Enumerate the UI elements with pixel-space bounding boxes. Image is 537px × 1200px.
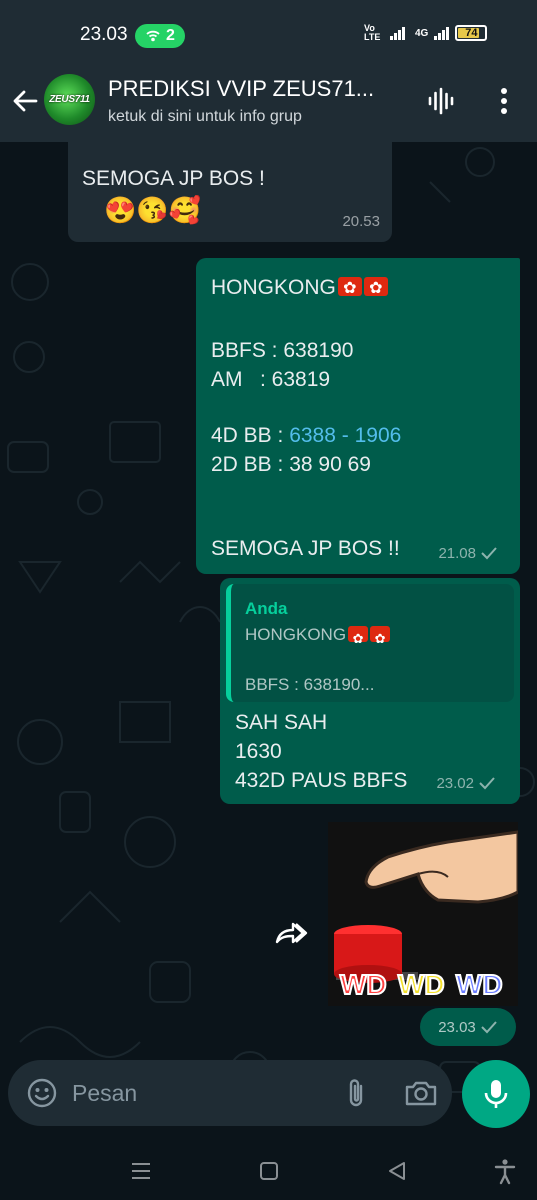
reply-line-1: SAH SAH <box>235 711 328 734</box>
avatar-text: ZEUS711 <box>49 94 90 105</box>
single-check-icon <box>479 777 495 790</box>
message-text: SEMOGA JP BOS ! <box>82 167 265 190</box>
volte-label: Vo LTE <box>364 23 381 42</box>
quoted-sender: Anda <box>245 599 288 618</box>
status-time: 23.03 <box>80 24 128 45</box>
message-emojis: 😍😘🥰 <box>104 195 202 225</box>
message-line-bbfs: BBFS : 638190 <box>211 339 354 362</box>
emoji-icon[interactable] <box>26 1077 58 1109</box>
message-time-text: 23.02 <box>436 775 474 792</box>
group-avatar[interactable]: ZEUS711 <box>44 74 95 125</box>
status-icons: Vo LTE 4G 74 <box>364 23 488 42</box>
status-bar: 23.03 2 Vo LTE 4G 74 <box>0 0 537 70</box>
microphone-button[interactable] <box>462 1060 530 1128</box>
message-time: 23.02 <box>436 769 496 798</box>
quoted-line-2: BBFS : 638190... <box>245 675 375 694</box>
sticker-text-1: WD <box>340 969 387 1000</box>
message-line-4d: 4D BB : 6388 - 1906 <box>211 421 401 450</box>
kebab-menu-icon[interactable] <box>494 86 514 116</box>
paperclip-icon[interactable] <box>344 1076 368 1110</box>
hong-kong-flag-icon <box>370 624 391 653</box>
group-subtitle[interactable]: ketuk di sini untuk info grup <box>108 108 302 126</box>
back-nav-icon[interactable] <box>382 1156 412 1186</box>
phone-number-link[interactable]: 6388 - 1906 <box>289 424 401 447</box>
chat-header[interactable]: ZEUS711 PREDIKSI VVIP ZEUS71... ketuk di… <box>0 70 537 142</box>
message-line-2d: 2D BB : 38 90 69 <box>211 453 371 476</box>
network-label: 4G <box>415 27 429 39</box>
battery-icon: 74 <box>455 25 488 41</box>
message-time: 21.08 <box>438 539 498 568</box>
message-line-am: AM : 63819 <box>211 368 331 391</box>
hotspot-icon <box>146 30 160 42</box>
incoming-message[interactable]: SEMOGA JP BOS ! 😍😘🥰 20.53 <box>68 142 392 242</box>
message-line-title: HONGKONG <box>211 273 388 303</box>
accessibility-icon[interactable] <box>490 1156 520 1186</box>
message-time: 20.53 <box>342 213 380 230</box>
quoted-line-1-text: HONGKONG <box>245 625 347 644</box>
microphone-icon <box>484 1080 508 1108</box>
hong-kong-flag-icon <box>348 624 369 653</box>
message-title-text: HONGKONG <box>211 276 336 299</box>
signal-icon-2 <box>434 26 450 40</box>
group-title[interactable]: PREDIKSI VVIP ZEUS71... <box>108 76 408 102</box>
message-line-closing: SEMOGA JP BOS !! <box>211 537 400 560</box>
camera-icon[interactable] <box>404 1078 438 1108</box>
message-time-text: 21.08 <box>438 545 476 562</box>
sticker-time: 23.03 <box>420 1008 516 1046</box>
quoted-line-1: HONGKONG <box>245 620 391 653</box>
signal-icon-1 <box>390 26 405 40</box>
sticker-image[interactable]: WD WD WD <box>328 822 518 1006</box>
home-icon[interactable] <box>254 1156 284 1186</box>
audio-wave-icon[interactable] <box>426 86 456 116</box>
outgoing-message[interactable]: HONGKONG BBFS : 638190 AM : 63819 4D BB … <box>196 258 520 574</box>
reply-line-2: 1630 <box>235 740 282 763</box>
sticker-text-2: WD <box>398 969 445 1000</box>
single-check-icon <box>481 1021 497 1034</box>
reply-line-3: 432D PAUS BBFS <box>235 769 408 792</box>
single-check-icon <box>481 547 497 560</box>
system-nav-bar <box>0 1142 537 1200</box>
hong-kong-flag-icon <box>363 274 388 303</box>
sticker-text-3: WD <box>456 969 503 1000</box>
hotspot-count: 2 <box>166 27 175 44</box>
message-input[interactable] <box>72 1072 322 1114</box>
message-4d-label: 4D BB : <box>211 424 290 447</box>
outgoing-reply-message[interactable]: Anda HONGKONG BBFS : 638190... SAH SAH 1… <box>220 578 520 804</box>
chat-area[interactable]: SEMOGA JP BOS ! 😍😘🥰 20.53 HONGKONG BBFS … <box>0 142 537 1142</box>
arrow-left-icon[interactable] <box>10 86 40 116</box>
hotspot-badge: 2 <box>135 24 185 48</box>
forward-icon[interactable] <box>274 920 308 946</box>
recent-apps-icon[interactable] <box>126 1156 156 1186</box>
sticker-time-text: 23.03 <box>438 1018 476 1036</box>
quoted-message[interactable]: Anda HONGKONG BBFS : 638190... <box>226 584 514 702</box>
battery-level: 74 <box>465 27 478 39</box>
message-composer <box>8 1060 452 1126</box>
hong-kong-flag-icon <box>337 274 362 303</box>
